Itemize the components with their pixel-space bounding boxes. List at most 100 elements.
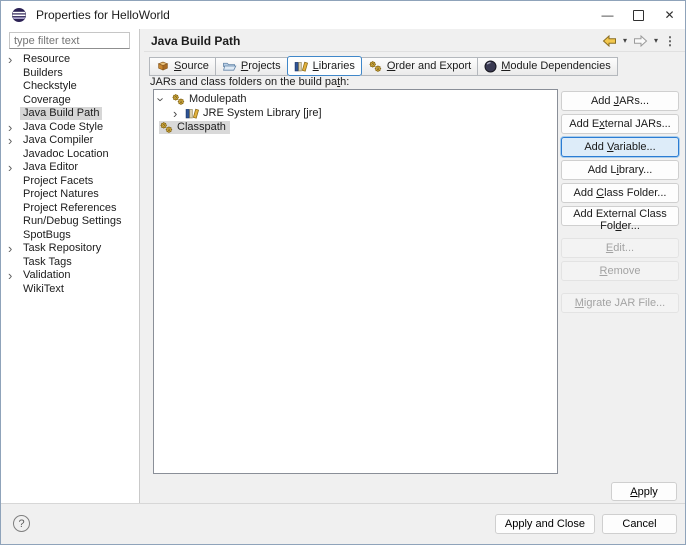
sidebar-item-project-facets[interactable]: Project Facets: [1, 175, 138, 189]
sidebar-item-label: Task Tags: [23, 255, 72, 268]
tree-item-jre-system-library[interactable]: › JRE System Library [jre]: [154, 106, 557, 120]
migrate-jar-file-button[interactable]: Migrate JAR File...: [561, 293, 679, 313]
footer-bar: ? Apply and Close Cancel: [1, 503, 685, 544]
sidebar-item-project-natures[interactable]: Project Natures: [1, 188, 138, 202]
sidebar-item-label: Java Build Path: [20, 107, 103, 121]
selection-highlight: Classpath: [159, 120, 230, 134]
back-button[interactable]: [600, 34, 619, 48]
chevron-right-icon[interactable]: ›: [8, 121, 20, 134]
sidebar-item-label: Coverage: [23, 93, 71, 106]
sidebar-item-wikitext[interactable]: WikiText: [1, 283, 138, 297]
close-button[interactable]: ✕: [654, 1, 685, 29]
gears-icon: [171, 93, 189, 106]
add-external-class-folder-button[interactable]: Add External Class Folder...: [561, 206, 679, 232]
maximize-button[interactable]: [623, 1, 654, 29]
chevron-right-icon[interactable]: ›: [8, 134, 20, 147]
gears-icon: [159, 121, 177, 134]
view-menu-icon[interactable]: ⋮: [662, 34, 678, 48]
help-button[interactable]: ?: [13, 515, 30, 532]
library-icon: [294, 60, 309, 73]
tab-label: Libraries: [312, 60, 355, 72]
sidebar-item-label: Builders: [23, 66, 63, 79]
sidebar-item-label: Project Facets: [23, 174, 94, 187]
tab-libraries[interactable]: Libraries: [286, 56, 362, 76]
window-title: Properties for HelloWorld: [36, 8, 170, 22]
tab-label: Projects: [240, 60, 281, 72]
tree-item-classpath[interactable]: Classpath: [154, 120, 557, 134]
sidebar-item-label: Validation: [23, 269, 71, 282]
main-panel: Java Build Path ▾ ▾ ⋮ Source Projects Li…: [141, 29, 685, 504]
sidebar-item-label: Checkstyle: [23, 80, 77, 93]
tab-label: Source: [174, 60, 209, 72]
tab-order-and-export[interactable]: Order and Export: [360, 56, 479, 76]
sidebar-item-java-code-style[interactable]: › Java Code Style: [1, 121, 138, 135]
module-icon: [484, 60, 497, 73]
tree-item-label: JRE System Library [jre]: [203, 107, 322, 119]
chevron-right-icon[interactable]: ›: [8, 53, 20, 66]
sidebar-item-label: Project References: [23, 201, 117, 214]
tree-item-modulepath[interactable]: › Modulepath: [154, 92, 557, 106]
tab-source[interactable]: Source: [149, 56, 216, 76]
add-external-jars-button[interactable]: Add External JARs...: [561, 114, 679, 134]
sidebar-item-label: Java Code Style: [23, 120, 104, 133]
sidebar-item-checkstyle[interactable]: Checkstyle: [1, 80, 138, 94]
maximize-icon: [633, 9, 644, 21]
apply-button[interactable]: Apply: [611, 482, 677, 501]
add-class-folder-button[interactable]: Add Class Folder...: [561, 183, 679, 203]
properties-dialog: Properties for HelloWorld — ✕ › Resource…: [0, 0, 686, 545]
sidebar-item-label: WikiText: [23, 282, 64, 295]
chevron-right-icon[interactable]: ›: [8, 269, 20, 282]
titlebar: Properties for HelloWorld — ✕: [1, 1, 685, 29]
sidebar-item-task-repository[interactable]: › Task Repository: [1, 242, 138, 256]
add-variable-button[interactable]: Add Variable...: [561, 137, 679, 157]
sidebar-item-label: Java Editor: [23, 161, 79, 174]
tab-bar: Source Projects Libraries Order and Expo…: [149, 56, 618, 76]
build-path-tree[interactable]: › Modulepath › JRE System Library [jre]: [153, 89, 558, 474]
chevron-right-icon[interactable]: ›: [8, 242, 20, 255]
apply-and-close-button[interactable]: Apply and Close: [494, 514, 595, 534]
chevron-right-icon[interactable]: ›: [173, 107, 185, 120]
remove-button[interactable]: Remove: [561, 261, 679, 281]
sidebar-item-java-build-path[interactable]: Java Build Path: [1, 107, 138, 121]
sidebar-item-builders[interactable]: Builders: [1, 67, 138, 81]
open-folder-icon: [222, 60, 237, 72]
tab-label: Module Dependencies: [501, 60, 611, 72]
header-divider: [144, 51, 685, 52]
sidebar-item-label: Java Compiler: [23, 134, 94, 147]
add-library-button[interactable]: Add Library...: [561, 160, 679, 180]
sidebar-item-javadoc-location[interactable]: Javadoc Location: [1, 148, 138, 162]
gears-icon: [368, 60, 383, 73]
tab-projects[interactable]: Projects: [214, 56, 288, 76]
sidebar-item-label: Resource: [23, 53, 71, 66]
chevron-down-icon[interactable]: ›: [154, 94, 171, 105]
forward-history-dropdown-icon[interactable]: ▾: [652, 36, 660, 46]
edit-button[interactable]: Edit...: [561, 238, 679, 258]
sidebar-item-task-tags[interactable]: Task Tags: [1, 256, 138, 270]
sidebar-item-spotbugs[interactable]: SpotBugs: [1, 229, 138, 243]
sidebar-item-java-editor[interactable]: › Java Editor: [1, 161, 138, 175]
tree-item-label: Classpath: [177, 121, 226, 133]
filter-input[interactable]: [9, 32, 130, 49]
sidebar-item-project-references[interactable]: Project References: [1, 202, 138, 216]
sidebar-item-label: Project Natures: [23, 188, 99, 201]
back-history-dropdown-icon[interactable]: ▾: [621, 36, 629, 46]
sidebar-item-label: SpotBugs: [23, 228, 71, 241]
action-button-column: Add JARs... Add External JARs... Add Var…: [561, 91, 679, 316]
chevron-right-icon[interactable]: ›: [8, 161, 20, 174]
minimize-button[interactable]: —: [592, 1, 623, 29]
tab-module-dependencies[interactable]: Module Dependencies: [477, 56, 618, 76]
sidebar-item-label: Run/Debug Settings: [23, 215, 122, 228]
sidebar-item-label: Javadoc Location: [23, 147, 109, 160]
sidebar-tree: › Resource Builders Checkstyle Coverage …: [1, 53, 138, 296]
library-icon: [185, 107, 203, 120]
sidebar: › Resource Builders Checkstyle Coverage …: [1, 29, 140, 504]
sidebar-item-resource[interactable]: › Resource: [1, 53, 138, 67]
sidebar-item-coverage[interactable]: Coverage: [1, 94, 138, 108]
forward-button[interactable]: [631, 34, 650, 48]
add-jars-button[interactable]: Add JARs...: [561, 91, 679, 111]
sidebar-item-java-compiler[interactable]: › Java Compiler: [1, 134, 138, 148]
sidebar-item-label: Task Repository: [23, 242, 102, 255]
cancel-button[interactable]: Cancel: [602, 514, 677, 534]
sidebar-item-validation[interactable]: › Validation: [1, 269, 138, 283]
sidebar-item-run-debug-settings[interactable]: Run/Debug Settings: [1, 215, 138, 229]
